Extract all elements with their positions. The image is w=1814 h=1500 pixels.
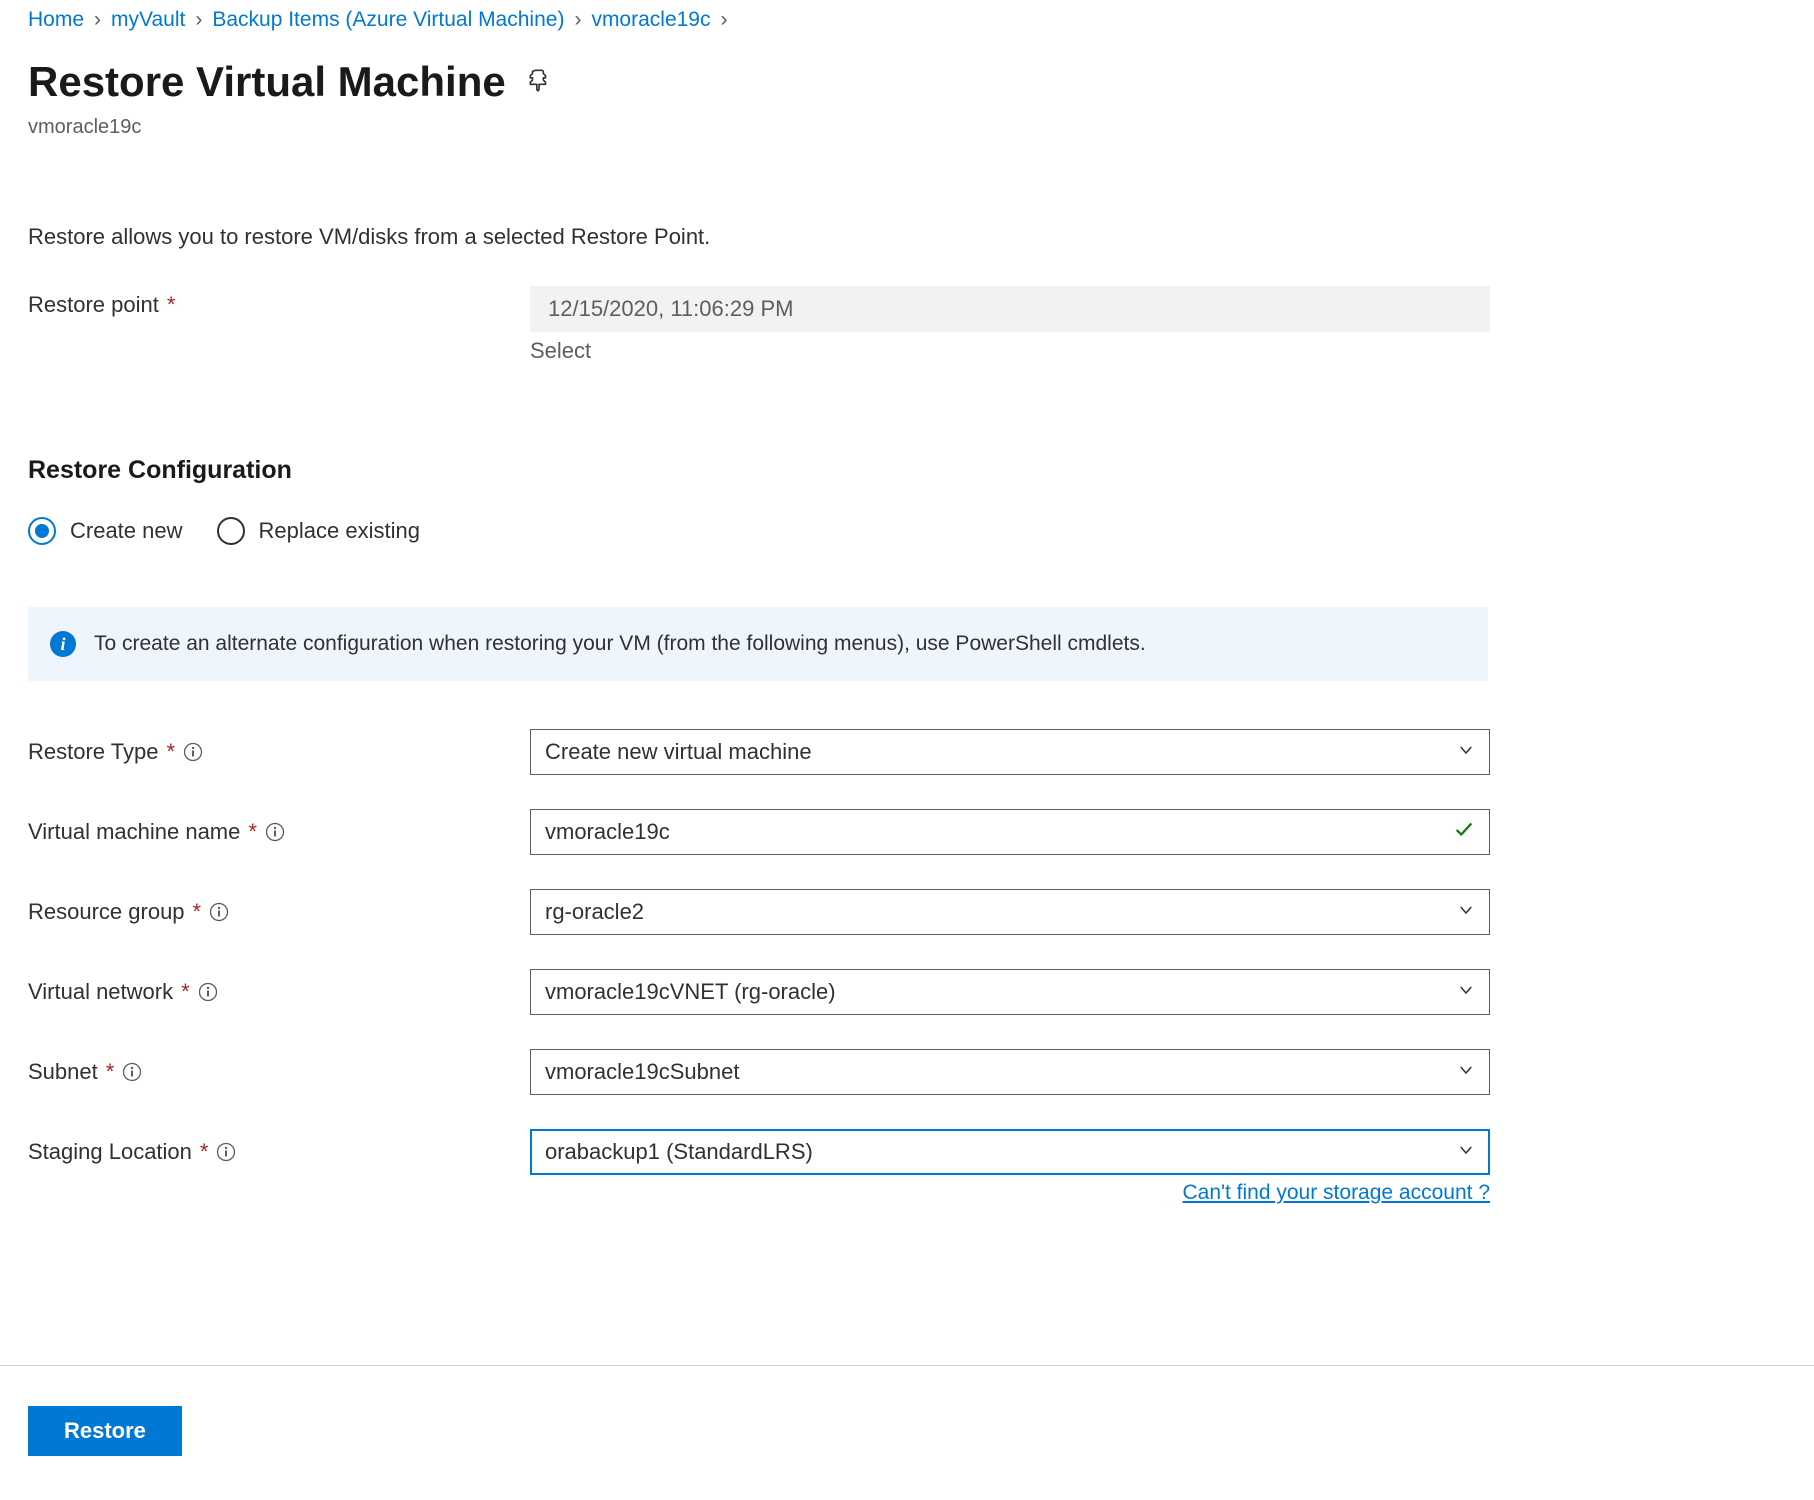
info-icon[interactable]: [183, 742, 203, 762]
page-title: Restore Virtual Machine: [28, 58, 506, 106]
info-icon[interactable]: [265, 822, 285, 842]
chevron-right-icon: ›: [94, 8, 101, 32]
vm-name-label: Virtual machine name: [28, 819, 240, 845]
restore-type-select[interactable]: Create new virtual machine: [530, 729, 1490, 775]
subnet-value: vmoracle19cSubnet: [545, 1059, 739, 1085]
breadcrumb-vm[interactable]: vmoracle19c: [591, 8, 710, 32]
restore-config-radio-group: Create new Replace existing: [28, 517, 1786, 545]
staging-location-value: orabackup1 (StandardLRS): [545, 1139, 813, 1165]
restore-type-value: Create new virtual machine: [545, 739, 812, 765]
virtual-network-label: Virtual network: [28, 979, 173, 1005]
staging-location-select[interactable]: orabackup1 (StandardLRS): [530, 1129, 1490, 1175]
chevron-right-icon: ›: [574, 8, 581, 32]
chevron-down-icon: [1457, 979, 1475, 1005]
breadcrumb: Home › myVault › Backup Items (Azure Vir…: [28, 0, 1786, 32]
virtual-network-value: vmoracle19cVNET (rg-oracle): [545, 979, 836, 1005]
restore-point-value: 12/15/2020, 11:06:29 PM: [530, 286, 1490, 332]
required-asterisk: *: [181, 979, 190, 1005]
footer-separator: [0, 1365, 1814, 1366]
subnet-select[interactable]: vmoracle19cSubnet: [530, 1049, 1490, 1095]
chevron-down-icon: [1457, 1059, 1475, 1085]
required-asterisk: *: [106, 1059, 115, 1085]
breadcrumb-backup-items[interactable]: Backup Items (Azure Virtual Machine): [212, 8, 564, 32]
resource-group-select[interactable]: rg-oracle2: [530, 889, 1490, 935]
info-banner: i To create an alternate configuration w…: [28, 607, 1488, 681]
info-icon[interactable]: [122, 1062, 142, 1082]
vm-name-input[interactable]: vmoracle19c: [530, 809, 1490, 855]
chevron-down-icon: [1457, 1139, 1475, 1165]
virtual-network-select[interactable]: vmoracle19cVNET (rg-oracle): [530, 969, 1490, 1015]
required-asterisk: *: [166, 739, 175, 765]
restore-type-label: Restore Type: [28, 739, 158, 765]
required-asterisk: *: [193, 899, 202, 925]
required-asterisk: *: [167, 292, 176, 318]
info-banner-message: To create an alternate configuration whe…: [94, 632, 1146, 656]
radio-replace-existing-label: Replace existing: [259, 518, 420, 544]
radio-create-new[interactable]: Create new: [28, 517, 183, 545]
info-icon: i: [50, 631, 76, 657]
radio-create-new-label: Create new: [70, 518, 183, 544]
radio-circle-icon: [217, 517, 245, 545]
required-asterisk: *: [248, 819, 257, 845]
resource-group-value: rg-oracle2: [545, 899, 644, 925]
storage-account-help-link[interactable]: Can't find your storage account ?: [28, 1181, 1490, 1205]
subnet-label: Subnet: [28, 1059, 98, 1085]
chevron-right-icon: ›: [195, 8, 202, 32]
resource-group-label: Resource group: [28, 899, 185, 925]
radio-replace-existing[interactable]: Replace existing: [217, 517, 420, 545]
restore-point-select-link[interactable]: Select: [530, 338, 591, 364]
breadcrumb-home[interactable]: Home: [28, 8, 84, 32]
restore-point-label: Restore point: [28, 292, 159, 318]
checkmark-icon: [1453, 818, 1475, 846]
description-text: Restore allows you to restore VM/disks f…: [28, 224, 1786, 250]
restore-button[interactable]: Restore: [28, 1406, 182, 1456]
staging-location-label: Staging Location: [28, 1139, 192, 1165]
info-icon[interactable]: [198, 982, 218, 1002]
chevron-right-icon: ›: [721, 8, 728, 32]
restore-configuration-heading: Restore Configuration: [28, 456, 1786, 485]
info-icon[interactable]: [209, 902, 229, 922]
pin-icon[interactable]: [526, 67, 552, 98]
radio-circle-icon: [28, 517, 56, 545]
vm-name-value: vmoracle19c: [545, 819, 670, 845]
info-icon[interactable]: [216, 1142, 236, 1162]
required-asterisk: *: [200, 1139, 209, 1165]
page-subtitle: vmoracle19c: [28, 116, 1786, 139]
breadcrumb-vault[interactable]: myVault: [111, 8, 185, 32]
chevron-down-icon: [1457, 739, 1475, 765]
chevron-down-icon: [1457, 899, 1475, 925]
